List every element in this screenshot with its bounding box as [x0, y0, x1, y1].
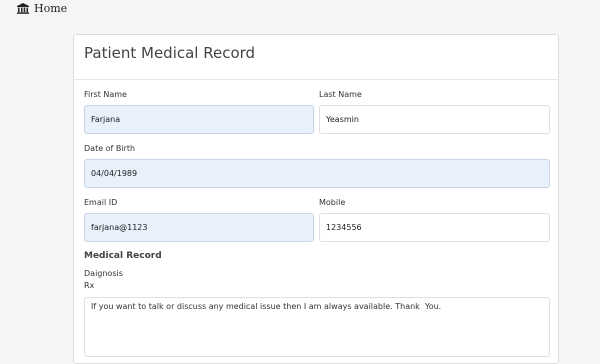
home-label: Home	[34, 2, 68, 15]
first-name-field[interactable]	[84, 105, 314, 134]
bank-icon	[17, 3, 29, 14]
email-label: Email ID	[84, 198, 118, 207]
first-name-label: First Name	[84, 90, 127, 99]
dob-field[interactable]	[84, 159, 550, 188]
page-title: Patient Medical Record	[84, 44, 256, 62]
patient-record-card: Patient Medical Record First Name Last N…	[73, 34, 559, 364]
diagnosis-label: Daignosis	[84, 269, 123, 278]
last-name-field[interactable]	[319, 105, 550, 134]
dob-label: Date of Birth	[84, 144, 136, 153]
home-link[interactable]: Home	[17, 2, 67, 15]
rx-label: Rx	[84, 281, 95, 290]
medical-record-heading: Medical Record	[84, 251, 162, 261]
email-field[interactable]	[84, 213, 314, 242]
mobile-label: Mobile	[319, 198, 346, 207]
title-divider	[74, 79, 558, 80]
last-name-label: Last Name	[319, 90, 362, 99]
mobile-field[interactable]	[319, 213, 550, 242]
rx-textarea[interactable]: If you want to talk or discuss any medic…	[84, 297, 550, 357]
